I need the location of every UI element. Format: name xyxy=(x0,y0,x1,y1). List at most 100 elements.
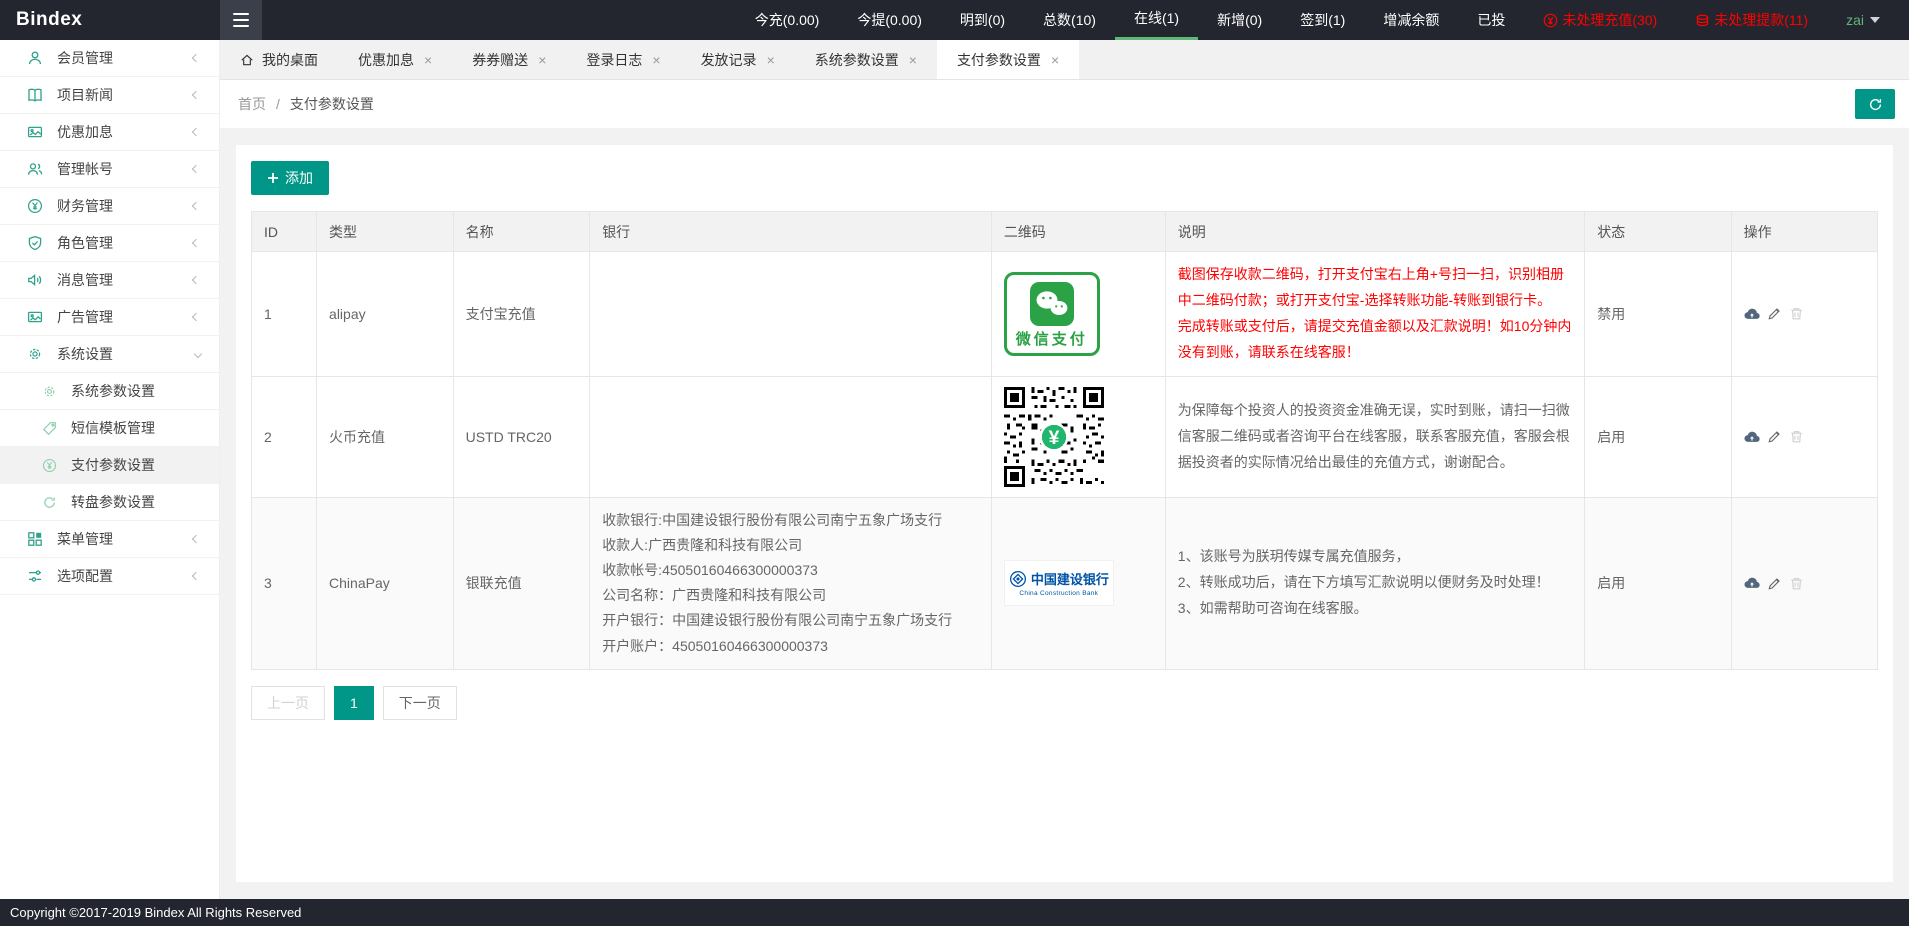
stat-signin[interactable]: 签到(1) xyxy=(1281,0,1364,40)
sidebar-item-wheel-params[interactable]: 转盘参数设置 xyxy=(0,484,219,521)
sidebar-item-ads[interactable]: 广告管理 xyxy=(0,299,219,336)
delete-icon[interactable] xyxy=(1789,576,1804,591)
yen-circle-icon xyxy=(26,198,44,214)
table-header-row: ID 类型 名称 银行 二维码 说明 状态 操作 xyxy=(250,211,1879,252)
cell-description: 1、该账号为朕玥传媒专属充值服务， 2、转账成功后，请在下方填写汇款说明以便财务… xyxy=(1164,496,1586,670)
cell-type: alipay xyxy=(316,251,454,377)
refresh-button[interactable] xyxy=(1855,89,1895,119)
cell-description: 为保障每个投资人的投资资金准确无误，实时到账，请扫一扫微信客服二维码或者咨询平台… xyxy=(1164,375,1586,498)
tab-payment-params[interactable]: 支付参数设置 xyxy=(936,40,1080,79)
stat-total[interactable]: 总数(10) xyxy=(1024,0,1115,40)
cell-name: 银联充值 xyxy=(452,496,591,670)
tab-my-desktop[interactable]: 我的桌面 xyxy=(220,40,338,79)
chevron-left-icon xyxy=(191,275,201,285)
sidebar-item-members[interactable]: 会员管理 xyxy=(0,40,219,77)
next-page-button[interactable]: 下一页 xyxy=(382,685,457,720)
page-number-button[interactable]: 1 xyxy=(334,685,374,720)
cell-name: USTD TRC20 xyxy=(452,375,591,498)
close-icon[interactable] xyxy=(538,53,546,67)
sidebar-item-messages[interactable]: 消息管理 xyxy=(0,262,219,299)
cloud-upload-icon[interactable] xyxy=(1744,429,1760,445)
close-icon[interactable] xyxy=(909,53,917,67)
accounts-icon xyxy=(26,161,44,177)
prev-page-button[interactable]: 上一页 xyxy=(251,685,325,720)
stat-new[interactable]: 新增(0) xyxy=(1198,0,1281,40)
edit-icon[interactable] xyxy=(1767,306,1782,321)
close-icon[interactable] xyxy=(652,53,660,67)
pending-withdraw-alert[interactable]: 未处理提款(11) xyxy=(1676,0,1827,40)
sidebar-item-news[interactable]: 项目新闻 xyxy=(0,77,219,114)
sidebar-item-system-params[interactable]: 系统参数设置 xyxy=(0,373,219,410)
cell-status: 禁用 xyxy=(1584,251,1732,377)
tab-system-params[interactable]: 系统参数设置 xyxy=(795,40,937,79)
brand-logo[interactable]: Bindex xyxy=(0,0,220,40)
chevron-left-icon xyxy=(191,534,201,544)
close-icon[interactable] xyxy=(767,53,775,67)
app-window: Bindex 今充(0.00) 今提(0.00) 明到(0) 总数(10) 在线… xyxy=(0,0,1909,926)
cell-actions xyxy=(1730,251,1879,377)
edit-icon[interactable] xyxy=(1767,576,1782,591)
ccb-bank-logo: 中国建设银行 China Construction Bank xyxy=(1003,560,1114,607)
tab-coupon-gift[interactable]: 券券赠送 xyxy=(452,40,566,79)
sidebar-item-admin-accounts[interactable]: 管理帐号 xyxy=(0,151,219,188)
cell-bank xyxy=(589,251,992,377)
cloud-upload-icon[interactable] xyxy=(1744,306,1760,322)
sidebar-item-sms-templates[interactable]: 短信模板管理 xyxy=(0,410,219,447)
chevron-down-icon xyxy=(193,349,203,359)
cell-id: 3 xyxy=(250,496,318,670)
breadcrumb: 首页 / 支付参数设置 xyxy=(220,80,1909,128)
sidebar-item-options-config[interactable]: 选项配置 xyxy=(0,558,219,595)
user-menu[interactable]: zai xyxy=(1827,0,1899,40)
pending-recharge-alert[interactable]: 未处理充值(30) xyxy=(1524,0,1676,40)
tab-login-log[interactable]: 登录日志 xyxy=(566,40,680,79)
qr-code-image: ¥ xyxy=(1003,386,1104,487)
username: zai xyxy=(1846,12,1864,28)
sidebar-item-system-settings[interactable]: 系统设置 xyxy=(0,336,219,373)
chevron-left-icon xyxy=(191,53,201,63)
tab-bar: 我的桌面 优惠加息 券券赠送 登录日志 发放记录 系统参数设置 支付参数设置 xyxy=(220,40,1909,80)
sidebar-item-finance[interactable]: 财务管理 xyxy=(0,188,219,225)
col-type: 类型 xyxy=(316,211,454,252)
table-row: 1 alipay 支付宝充值 微信支付 截图保存收款二维码，打开支付宝右上角+号… xyxy=(250,251,1879,377)
tab-grant-records[interactable]: 发放记录 xyxy=(681,40,795,79)
wechat-pay-logo: 微信支付 xyxy=(1003,271,1100,356)
cell-actions xyxy=(1730,496,1879,670)
stat-invested[interactable]: 已投 xyxy=(1458,0,1524,40)
shield-check-icon xyxy=(26,235,44,251)
close-icon[interactable] xyxy=(424,53,432,67)
stat-today-withdraw[interactable]: 今提(0.00) xyxy=(838,0,941,40)
cell-id: 1 xyxy=(250,251,318,377)
col-actions: 操作 xyxy=(1730,211,1879,252)
chevron-left-icon xyxy=(191,127,201,137)
wechat-pay-caption: 微信支付 xyxy=(1015,330,1088,348)
sidebar-item-promotions[interactable]: 优惠加息 xyxy=(0,114,219,151)
withdraw-alert-icon xyxy=(1695,13,1710,28)
edit-icon[interactable] xyxy=(1767,429,1782,444)
add-button[interactable]: 添加 xyxy=(251,161,329,195)
col-bank: 银行 xyxy=(589,211,992,252)
close-icon[interactable] xyxy=(1051,53,1059,67)
home-icon xyxy=(240,53,254,67)
tab-promotions[interactable]: 优惠加息 xyxy=(338,40,452,79)
stat-balance-adjust[interactable]: 增减余额 xyxy=(1364,0,1458,40)
footer: Copyright ©2017-2019 Bindex All Rights R… xyxy=(0,899,1909,926)
stat-online[interactable]: 在线(1) xyxy=(1114,0,1199,40)
delete-icon[interactable] xyxy=(1789,429,1804,444)
stat-today-recharge[interactable]: 今充(0.00) xyxy=(736,0,839,40)
cell-name: 支付宝充值 xyxy=(452,251,591,377)
payment-params-panel: 添加 ID 类型 名称 银行 二维码 说明 状态 操作 1 alipay 支付宝… xyxy=(236,145,1893,882)
top-navbar: Bindex 今充(0.00) 今提(0.00) 明到(0) 总数(10) 在线… xyxy=(0,0,1909,40)
breadcrumb-home[interactable]: 首页 xyxy=(238,94,266,114)
delete-icon[interactable] xyxy=(1789,306,1804,321)
chevron-left-icon xyxy=(191,90,201,100)
cell-qrcode: ¥ xyxy=(990,375,1166,498)
sidebar-item-menu-management[interactable]: 菜单管理 xyxy=(0,521,219,558)
hamburger-button[interactable] xyxy=(220,0,262,40)
sidebar-item-roles[interactable]: 角色管理 xyxy=(0,225,219,262)
stat-tomorrow-due[interactable]: 明到(0) xyxy=(941,0,1024,40)
ccb-emblem-icon xyxy=(1009,570,1027,588)
cloud-upload-icon[interactable] xyxy=(1744,575,1760,591)
picture-icon xyxy=(26,309,44,325)
sidebar-item-payment-params[interactable]: 支付参数设置 xyxy=(0,447,219,484)
sidebar: 会员管理 项目新闻 优惠加息 管理帐号 财务管理 角色管理 消息管理 广告管理 … xyxy=(0,40,220,899)
